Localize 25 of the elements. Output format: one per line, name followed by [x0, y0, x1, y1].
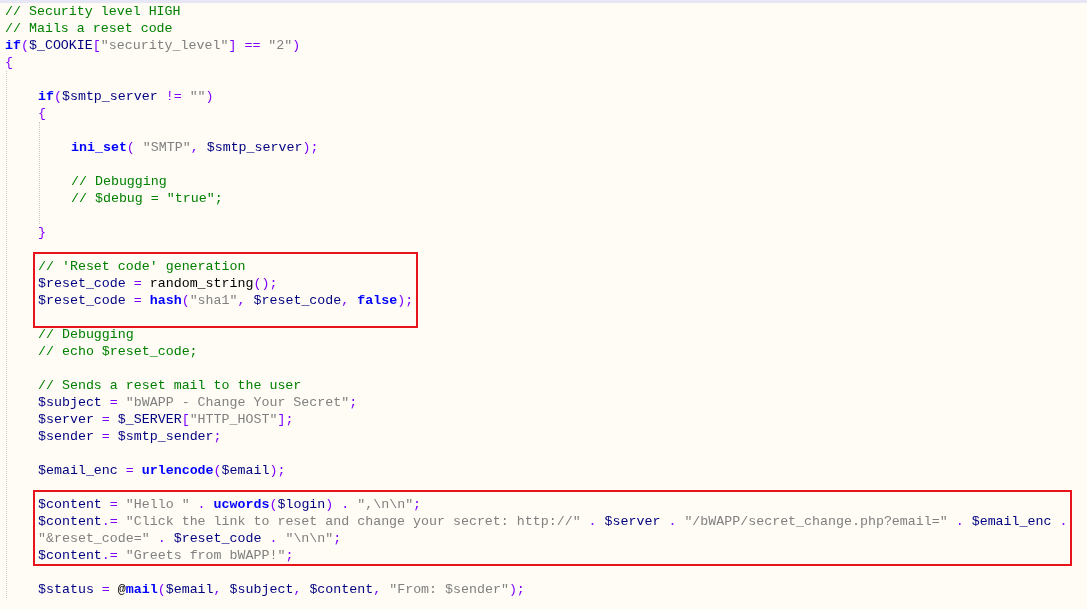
- code-line: $content = "Hello " . ucwords($login) . ",\n\n";: [38, 497, 422, 512]
- code-line: $content.= "Greets from bWAPP!";: [38, 548, 294, 563]
- code-line: ini_set( "SMTP", $smtp_server);: [71, 140, 319, 155]
- code-line: // Mails a reset code: [5, 21, 173, 36]
- code-line: $subject = "bWAPP - Change Your Secret";: [38, 395, 358, 410]
- code-line: {: [38, 106, 46, 121]
- code-line: {: [5, 55, 13, 70]
- code-line: // Debugging: [38, 327, 134, 342]
- code-line: // Sends a reset mail to the user: [38, 378, 302, 393]
- code-line: // Debugging: [71, 174, 167, 189]
- code-line: if($smtp_server != ""): [38, 89, 214, 104]
- code-line: // echo $reset_code;: [38, 344, 198, 359]
- code-line: $email_enc = urlencode($email);: [38, 463, 286, 478]
- code-line: $server = $_SERVER["HTTP_HOST"];: [38, 412, 294, 427]
- code-line: // $debug = "true";: [71, 191, 223, 206]
- code-line: "&reset_code=" . $reset_code . "\n\n";: [38, 531, 342, 546]
- code-line: // 'Reset code' generation: [38, 259, 246, 274]
- code-line: $content.= "Click the link to reset and change your secret: http://" . $server . "/bWAPP/secret_change.php?email=" . $email_enc .: [38, 514, 1068, 529]
- code-line: $reset_code = random_string();: [38, 276, 278, 291]
- code-line: $sender = $smtp_sender;: [38, 429, 222, 444]
- code-line: $reset_code = hash("sha1", $reset_code, false);: [38, 293, 414, 308]
- code-line: }: [38, 225, 46, 240]
- code-line: // Security level HIGH: [5, 4, 181, 19]
- code-line: if($_COOKIE["security_level"] == "2"): [5, 38, 301, 53]
- code-line: $status = @mail($email, $subject, $content, "From: $sender");: [38, 582, 525, 597]
